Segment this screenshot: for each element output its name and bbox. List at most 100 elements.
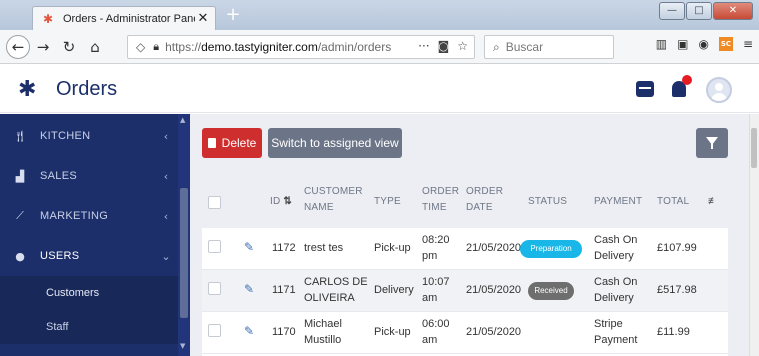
user-icon: ● [15,249,25,263]
sidebar-item-sales[interactable]: ▟ SALES ‹ [0,156,178,196]
status-badge: Preparation [520,240,582,258]
browser-search-input[interactable]: ⌕ Buscar [484,35,614,59]
chevron-left-icon: ‹ [163,169,169,183]
sidebar-item-label: SALES [40,170,77,182]
chevron-down-icon: ⌄ [161,249,171,263]
column-header-type[interactable]: TYPE [374,194,401,210]
table-row[interactable]: ✎ 1170 Michael Mustillo Pick-up 06:00 am… [202,312,728,354]
bookmark-star-icon[interactable]: ☆ [457,39,468,53]
column-header-order-time[interactable]: ORDER TIME [422,184,462,216]
home-icon[interactable]: ⌂ [82,34,108,60]
column-header-id[interactable]: ID ⇅ [270,194,292,210]
order-type: Delivery [374,284,414,296]
page-actions-icon[interactable]: ··· [418,39,429,53]
customer-name: trest tes [304,242,344,254]
sidebar-item-kitchen[interactable]: 🍴︎ KITCHEN ‹ [0,116,178,156]
delete-button[interactable]: Delete [202,128,262,158]
window-controls: — □ ✕ [658,2,753,20]
order-time: 08:20 pm [422,234,450,262]
browser-titlebar: ✱ Orders - Administrator Panel - | ✕ + —… [0,0,759,30]
column-header-total[interactable]: TOTAL [657,194,689,210]
tastyigniter-favicon-icon: ✱ [43,11,54,26]
select-all-checkbox[interactable] [208,196,221,209]
switch-view-button[interactable]: Switch to assigned view [268,128,402,158]
url-bar[interactable]: ◇ 🔒︎ https://demo.tastyigniter.com/admin… [127,35,475,59]
back-arrow-icon[interactable]: ← [6,34,30,59]
order-total: £11.99 [657,326,690,338]
edit-pencil-icon[interactable]: ✎ [244,324,254,338]
tracking-shield-icon[interactable]: ◇ [136,40,145,54]
search-icon: ⌕ [493,39,500,54]
order-id: 1170 [272,326,296,338]
chevron-left-icon: ‹ [163,209,169,223]
edit-pencil-icon[interactable]: ✎ [244,240,254,254]
table-header: ID ⇅ CUSTOMER NAME TYPE ORDER TIME ORDER… [202,176,728,228]
library-icon[interactable]: ▥ [656,37,667,51]
app-header: ✱ Orders [0,65,759,113]
logo-icon[interactable]: ✱ [18,77,36,102]
url-text: https://demo.tastyigniter.com/admin/orde… [165,40,392,54]
browser-toolbar-right: ▥ ▣ ◉ SC ≡ [656,37,753,51]
sidebar-item-users[interactable]: ● USERS ⌄ [0,236,178,276]
page-scroll-thumb[interactable] [751,128,757,168]
customer-name: CARLOS DE OLIVEIRA [304,276,368,304]
extension-sc-icon[interactable]: SC [718,37,733,51]
sidebar-subitem-customers[interactable]: Customers [0,276,178,310]
payment-method: Cash On Delivery [594,234,638,262]
lock-icon[interactable]: 🔒︎ [153,40,159,54]
forward-arrow-icon[interactable]: → [30,34,56,60]
row-checkbox[interactable] [208,282,221,295]
order-time: 06:00 am [422,318,450,346]
sidebar-item-label: KITCHEN [40,130,91,142]
maximize-button[interactable]: □ [686,2,712,20]
line-chart-icon: ⟋ [16,209,24,222]
account-icon[interactable]: ◉ [698,37,708,51]
row-checkbox[interactable] [208,324,221,337]
sidebar: 🍴︎ KITCHEN ‹ ▟ SALES ‹ ⟋ MARKETING ‹ ● U… [0,114,190,356]
payment-method: Cash On Delivery [594,276,638,304]
page-title: Orders [56,78,118,100]
column-header-order-date[interactable]: ORDER DATE [466,184,506,216]
order-date: 21/05/2020 [466,326,522,338]
order-date: 21/05/2020 [466,242,522,254]
column-settings-icon[interactable]: ≢ [708,194,718,210]
order-id: 1171 [272,284,296,296]
avatar[interactable] [706,77,732,103]
sidebar-item-label: MARKETING [40,210,109,222]
order-total: £517.98 [657,284,697,296]
orders-table: ID ⇅ CUSTOMER NAME TYPE ORDER TIME ORDER… [202,176,728,356]
column-header-payment[interactable]: PAYMENT [594,194,642,210]
sidebar-item-marketing[interactable]: ⟋ MARKETING ‹ [0,196,178,236]
table-row[interactable]: ✎ 1172 trest tes Pick-up 08:20 pm 21/05/… [202,228,728,270]
tab-title: Orders - Administrator Panel - | [63,12,195,25]
main-content: Delete Switch to assigned view ID ⇅ CUST… [190,114,749,356]
sidebar-scroll-thumb[interactable] [180,188,188,318]
browser-tab[interactable]: ✱ Orders - Administrator Panel - | ✕ [32,6,216,30]
scroll-up-icon[interactable]: ▲ [180,116,185,124]
column-header-status[interactable]: STATUS [528,194,567,210]
minimize-button[interactable]: — [659,2,685,20]
row-checkbox[interactable] [208,240,221,253]
pocket-icon[interactable]: ◙ [438,39,450,53]
menu-hamburger-icon[interactable]: ≡ [743,37,753,51]
column-header-customer-name[interactable]: CUSTOMER NAME [304,184,364,216]
order-id: 1172 [272,242,296,254]
filter-button[interactable] [696,128,728,158]
new-tab-button[interactable]: + [224,6,242,25]
tab-close-icon[interactable]: ✕ [195,11,211,26]
status-badge: Received [528,282,574,300]
order-type: Pick-up [374,242,411,254]
reload-icon[interactable]: ↻ [56,34,82,60]
trash-icon [207,138,216,148]
sidebar-subitem-staff[interactable]: Staff [0,310,178,344]
order-total: £107.99 [657,242,697,254]
close-window-button[interactable]: ✕ [713,2,753,20]
scroll-down-icon[interactable]: ▼ [180,342,185,350]
edit-pencil-icon[interactable]: ✎ [244,282,254,296]
bar-chart-icon: ▟ [15,169,25,183]
table-row[interactable]: ✎ 1171 CARLOS DE OLIVEIRA Delivery 10:07… [202,270,728,312]
customer-name: Michael Mustillo [304,318,342,346]
sidebar-toggle-icon[interactable]: ▣ [677,37,688,51]
messages-icon[interactable] [636,81,654,97]
fork-knife-icon: 🍴︎ [13,129,27,143]
